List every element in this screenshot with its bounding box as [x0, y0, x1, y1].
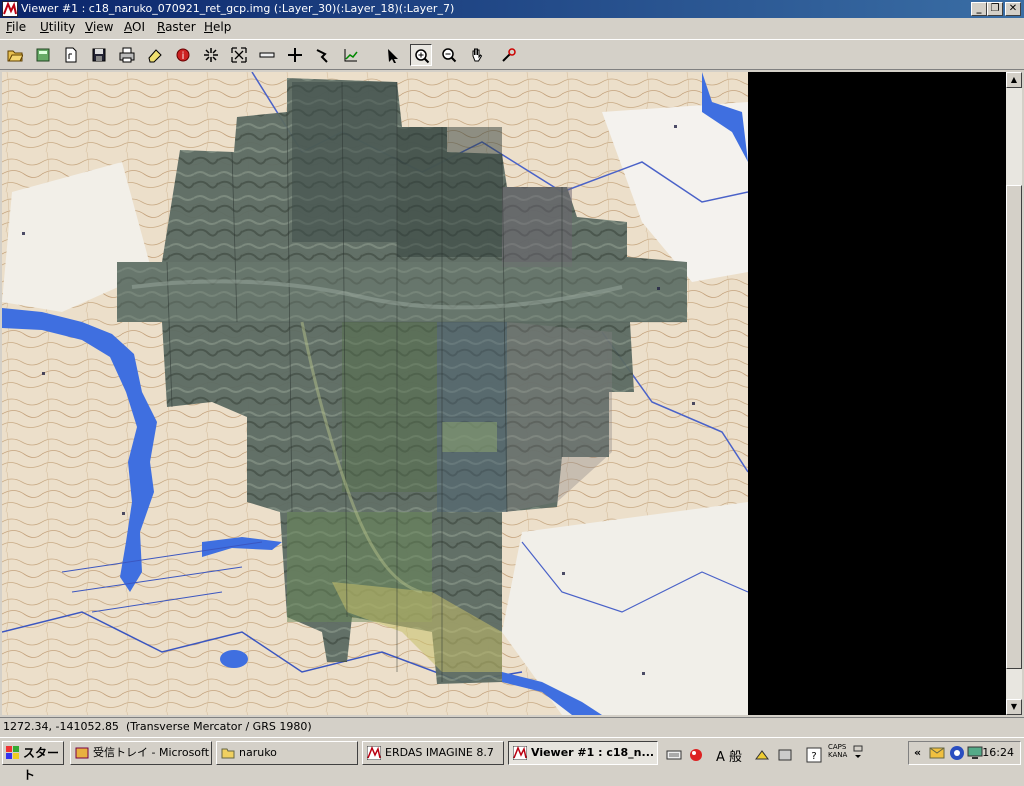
save-icon[interactable]: [88, 44, 110, 66]
open-folder-icon[interactable]: [32, 44, 54, 66]
tray-expand-chevron[interactable]: «: [914, 746, 921, 759]
profile-tool-icon[interactable]: [312, 44, 334, 66]
measure-ruler-icon[interactable]: [256, 44, 278, 66]
menu-raster[interactable]: Raster: [157, 20, 196, 34]
task-outlook[interactable]: 受信トレイ - Microsoft ...: [70, 741, 212, 765]
close-button[interactable]: ✕: [1005, 2, 1021, 16]
print-icon[interactable]: [116, 44, 138, 66]
viewer-canvas[interactable]: [2, 72, 1006, 715]
histogram-icon[interactable]: [340, 44, 362, 66]
task-explorer-folder[interactable]: naruko: [216, 741, 358, 765]
open-layer-icon[interactable]: [4, 44, 26, 66]
menu-file[interactable]: File: [6, 20, 26, 34]
caps-indicator: CAPS KANA: [828, 743, 848, 759]
start-button[interactable]: スタート: [2, 741, 64, 782]
title-bar[interactable]: Viewer #1 : c18_naruko_070921_ret_gcp.im…: [0, 0, 1024, 18]
menu-bar: File Utility View AOI Raster Help: [0, 18, 1024, 37]
scroll-down-button[interactable]: ▼: [1006, 699, 1022, 715]
ime-tools-icon[interactable]: [754, 747, 770, 763]
map-raster[interactable]: [2, 72, 748, 715]
network-tray-icon[interactable]: [949, 745, 965, 761]
menu-aoi[interactable]: AOI: [124, 20, 145, 34]
erdas-icon: [367, 746, 381, 760]
ime-dictionary-icon[interactable]: [777, 747, 793, 763]
taskbar: スタート 受信トレイ - Microsoft ... naruko ERDAS …: [0, 737, 1024, 782]
zoom-in-2x-icon[interactable]: [200, 44, 222, 66]
task-viewer[interactable]: Viewer #1 : c18_n...: [508, 741, 658, 765]
cursor-coordinates: 1272.34, -141052.85 (Transverse Mercator…: [3, 720, 312, 733]
folder-icon: [221, 748, 235, 759]
crosshair-icon[interactable]: [284, 44, 306, 66]
clock: 16:24: [982, 746, 1014, 759]
mail-tray-icon[interactable]: [929, 745, 945, 761]
menu-help[interactable]: Help: [204, 20, 231, 34]
zoom-out-icon[interactable]: [438, 44, 460, 66]
eraser-icon[interactable]: [144, 44, 166, 66]
language-bar-options-icon[interactable]: [852, 743, 868, 759]
outlook-icon: [75, 747, 89, 759]
keyboard-icon[interactable]: [666, 747, 682, 763]
minimize-button[interactable]: _: [971, 2, 987, 16]
toolbar: i: [0, 39, 1024, 70]
windows-logo-icon: [6, 746, 19, 759]
ime-mode-label[interactable]: A 般: [716, 746, 742, 765]
scroll-up-button[interactable]: ▲: [1006, 72, 1022, 88]
menu-utility[interactable]: Utility: [40, 20, 75, 34]
help-icon[interactable]: ?: [806, 747, 822, 763]
svg-text:?: ?: [811, 751, 816, 762]
system-tray: « 16:24: [908, 741, 1021, 765]
info-icon[interactable]: i: [172, 44, 194, 66]
vertical-scrollbar[interactable]: ▲ ▼: [1006, 72, 1022, 715]
scroll-thumb[interactable]: [1006, 185, 1022, 669]
new-file-icon[interactable]: [60, 44, 82, 66]
menu-view[interactable]: View: [85, 20, 113, 34]
pan-hand-icon[interactable]: [466, 44, 488, 66]
select-arrow-icon[interactable]: [382, 44, 404, 66]
maximize-button[interactable]: ❐: [987, 2, 1003, 16]
status-bar: 1272.34, -141052.85 (Transverse Mercator…: [0, 717, 1024, 736]
fit-to-window-icon[interactable]: [228, 44, 250, 66]
task-erdas-imagine[interactable]: ERDAS IMAGINE 8.7: [362, 741, 504, 765]
window-title: Viewer #1 : c18_naruko_070921_ret_gcp.im…: [21, 2, 455, 15]
zoom-in-icon[interactable]: [410, 44, 432, 66]
svg-text:i: i: [182, 51, 185, 62]
ime-input-icon[interactable]: [688, 747, 704, 763]
display-tray-icon[interactable]: [967, 745, 983, 761]
viewer-app-icon[interactable]: [2, 1, 18, 17]
inquire-icon[interactable]: [498, 44, 520, 66]
viewer-icon: [513, 746, 527, 760]
